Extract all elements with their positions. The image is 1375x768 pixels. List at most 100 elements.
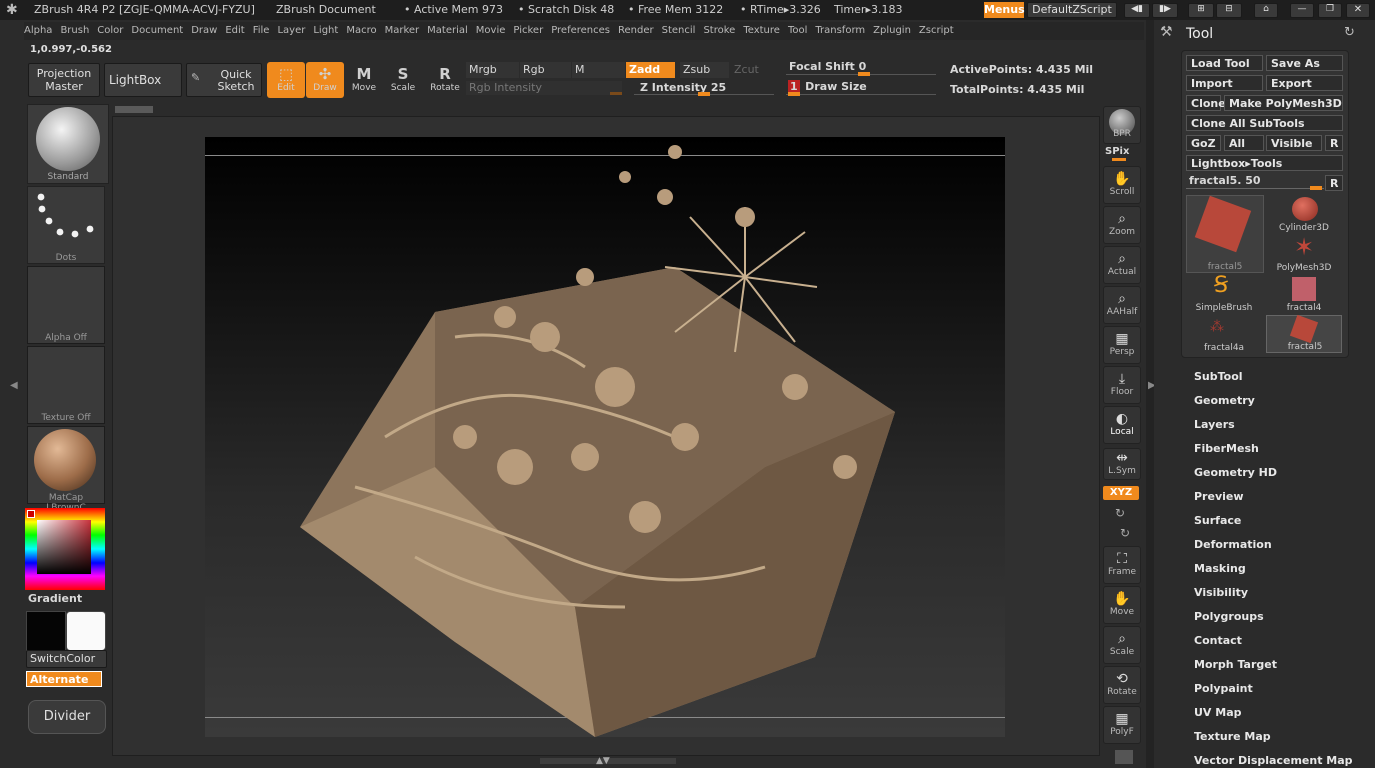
brush-standard-button[interactable]: Standard: [27, 104, 109, 184]
draw-size-slider[interactable]: 1 Draw Size: [786, 80, 936, 96]
menu-stencil[interactable]: Stencil: [662, 22, 696, 36]
section-preview[interactable]: Preview: [1194, 490, 1244, 503]
all-button[interactable]: All: [1224, 135, 1264, 151]
menu-zplugin[interactable]: Zplugin: [873, 22, 911, 36]
section-polygroups[interactable]: Polygroups: [1194, 610, 1264, 623]
edit-button[interactable]: ⬚ Edit: [267, 62, 305, 98]
goz-r-button[interactable]: R: [1325, 135, 1343, 151]
nav-left-icon[interactable]: ◀▮: [1124, 3, 1150, 18]
canvas-scrollbar-top[interactable]: [115, 106, 153, 113]
scale-view-button[interactable]: ⌕ Scale: [1103, 626, 1141, 664]
section-polypaint[interactable]: Polypaint: [1194, 682, 1253, 695]
material-button[interactable]: MatCap LBrownC: [27, 426, 105, 513]
menu-layer[interactable]: Layer: [277, 22, 305, 36]
rgb-button[interactable]: Rgb: [520, 62, 571, 78]
rgb-intensity-knob[interactable]: [610, 92, 622, 95]
default-zscript-button[interactable]: DefaultZScript: [1027, 2, 1117, 18]
menu-color[interactable]: Color: [97, 22, 123, 36]
menu-brush[interactable]: Brush: [60, 22, 89, 36]
divider-button[interactable]: Divider: [28, 700, 106, 734]
rotate-z-icon[interactable]: ↻: [1120, 526, 1130, 540]
tool-thumb-polymesh3d[interactable]: ✶ PolyMesh3D: [1266, 233, 1342, 273]
texture-button[interactable]: Texture Off: [27, 346, 105, 424]
z-intensity-slider[interactable]: Z Intensity 25: [634, 81, 774, 96]
projection-master-button[interactable]: Projection Master: [28, 63, 100, 97]
menu-stroke[interactable]: Stroke: [703, 22, 735, 36]
menu-render[interactable]: Render: [618, 22, 654, 36]
rotate-button[interactable]: R Rotate: [426, 62, 464, 98]
save-as-button[interactable]: Save As: [1266, 55, 1343, 71]
section-surface[interactable]: Surface: [1194, 514, 1241, 527]
layout-icon[interactable]: ⊞: [1188, 3, 1214, 18]
visible-button[interactable]: Visible: [1266, 135, 1322, 151]
move-view-button[interactable]: ✋ Move: [1103, 586, 1141, 624]
current-tool-r-button[interactable]: R: [1325, 175, 1343, 191]
zcut-button[interactable]: Zcut: [732, 62, 774, 78]
section-vector-displacement-map[interactable]: Vector Displacement Map: [1194, 754, 1353, 767]
layout-alt-icon[interactable]: ⊟: [1216, 3, 1242, 18]
move-button[interactable]: M Move: [345, 62, 383, 98]
menu-marker[interactable]: Marker: [385, 22, 420, 36]
secondary-color-swatch[interactable]: [66, 611, 106, 651]
import-button[interactable]: Import: [1186, 75, 1263, 91]
clone-all-subtools-button[interactable]: Clone All SubTools: [1186, 115, 1343, 131]
spix-slider-knob[interactable]: [1112, 158, 1126, 161]
scale-button[interactable]: S Scale: [384, 62, 422, 98]
canvas[interactable]: [205, 137, 1005, 737]
section-masking[interactable]: Masking: [1194, 562, 1246, 575]
switch-color-button[interactable]: SwitchColor: [26, 650, 107, 668]
section-deformation[interactable]: Deformation: [1194, 538, 1272, 551]
zoom-button[interactable]: ⌕ Zoom: [1103, 206, 1141, 244]
rotate-y-icon[interactable]: ↻: [1115, 506, 1125, 520]
mrgb-button[interactable]: Mrgb: [466, 62, 519, 78]
canvas-handle-icon[interactable]: ▲▼: [596, 756, 610, 766]
draw-button[interactable]: ✣ Draw: [306, 62, 344, 98]
scroll-button[interactable]: ✋ Scroll: [1103, 166, 1141, 204]
lock-icon[interactable]: ⌂: [1254, 3, 1278, 18]
menu-file[interactable]: File: [253, 22, 270, 36]
gradient-label[interactable]: Gradient: [28, 592, 82, 605]
section-texture-map[interactable]: Texture Map: [1194, 730, 1271, 743]
rgb-intensity-slider[interactable]: Rgb Intensity: [466, 81, 622, 95]
menu-preferences[interactable]: Preferences: [551, 22, 610, 36]
local-button[interactable]: ◐ Local: [1103, 406, 1141, 444]
tool-thumb-fractal5-large[interactable]: fractal5: [1186, 195, 1264, 273]
frame-button[interactable]: ⛶ Frame: [1103, 546, 1141, 584]
menu-picker[interactable]: Picker: [513, 22, 543, 36]
aahalf-button[interactable]: ⌕ AAHalf: [1103, 286, 1141, 324]
current-tool-knob[interactable]: [1310, 186, 1322, 190]
export-button[interactable]: Export: [1266, 75, 1343, 91]
tool-thumb-fractal4a[interactable]: ⁂ fractal4a: [1186, 315, 1262, 353]
menu-tool[interactable]: Tool: [788, 22, 807, 36]
bpr-button[interactable]: BPR: [1103, 106, 1141, 144]
maximize-icon[interactable]: ❐: [1318, 3, 1342, 18]
menu-light[interactable]: Light: [313, 22, 338, 36]
tool-thumb-simplebrush[interactable]: Ꞩ SimpleBrush: [1186, 273, 1262, 313]
z-intensity-knob[interactable]: [698, 92, 710, 96]
m-button[interactable]: M: [572, 62, 625, 78]
spix-label[interactable]: SPix: [1105, 146, 1129, 157]
clone-button[interactable]: Clone: [1186, 95, 1226, 111]
section-morph-target[interactable]: Morph Target: [1194, 658, 1277, 671]
close-icon[interactable]: ✕: [1346, 3, 1370, 18]
persp-button[interactable]: ▦ Persp: [1103, 326, 1141, 364]
section-contact[interactable]: Contact: [1194, 634, 1242, 647]
draw-size-knob[interactable]: [788, 92, 800, 96]
menu-draw[interactable]: Draw: [191, 22, 217, 36]
primary-color-swatch[interactable]: [26, 611, 66, 651]
rotate-view-button[interactable]: ⟲ Rotate: [1103, 666, 1141, 704]
tool-panel-refresh-icon[interactable]: ↻: [1344, 25, 1355, 40]
nav-right-icon[interactable]: ▮▶: [1152, 3, 1178, 18]
focal-shift-slider[interactable]: Focal Shift 0: [786, 60, 936, 76]
lsym-button[interactable]: ⇹ L.Sym: [1103, 448, 1141, 480]
section-uv-map[interactable]: UV Map: [1194, 706, 1242, 719]
color-square[interactable]: [37, 520, 91, 574]
menus-button[interactable]: Menus: [984, 2, 1025, 18]
menu-alpha[interactable]: Alpha: [24, 22, 52, 36]
make-polymesh-button[interactable]: Make PolyMesh3D: [1224, 95, 1343, 111]
section-geometry[interactable]: Geometry: [1194, 394, 1255, 407]
menu-document[interactable]: Document: [131, 22, 183, 36]
left-shelf-handle[interactable]: ◀: [10, 380, 18, 402]
color-picker[interactable]: [25, 508, 105, 590]
current-tool-slider[interactable]: fractal5. 50: [1186, 174, 1324, 190]
